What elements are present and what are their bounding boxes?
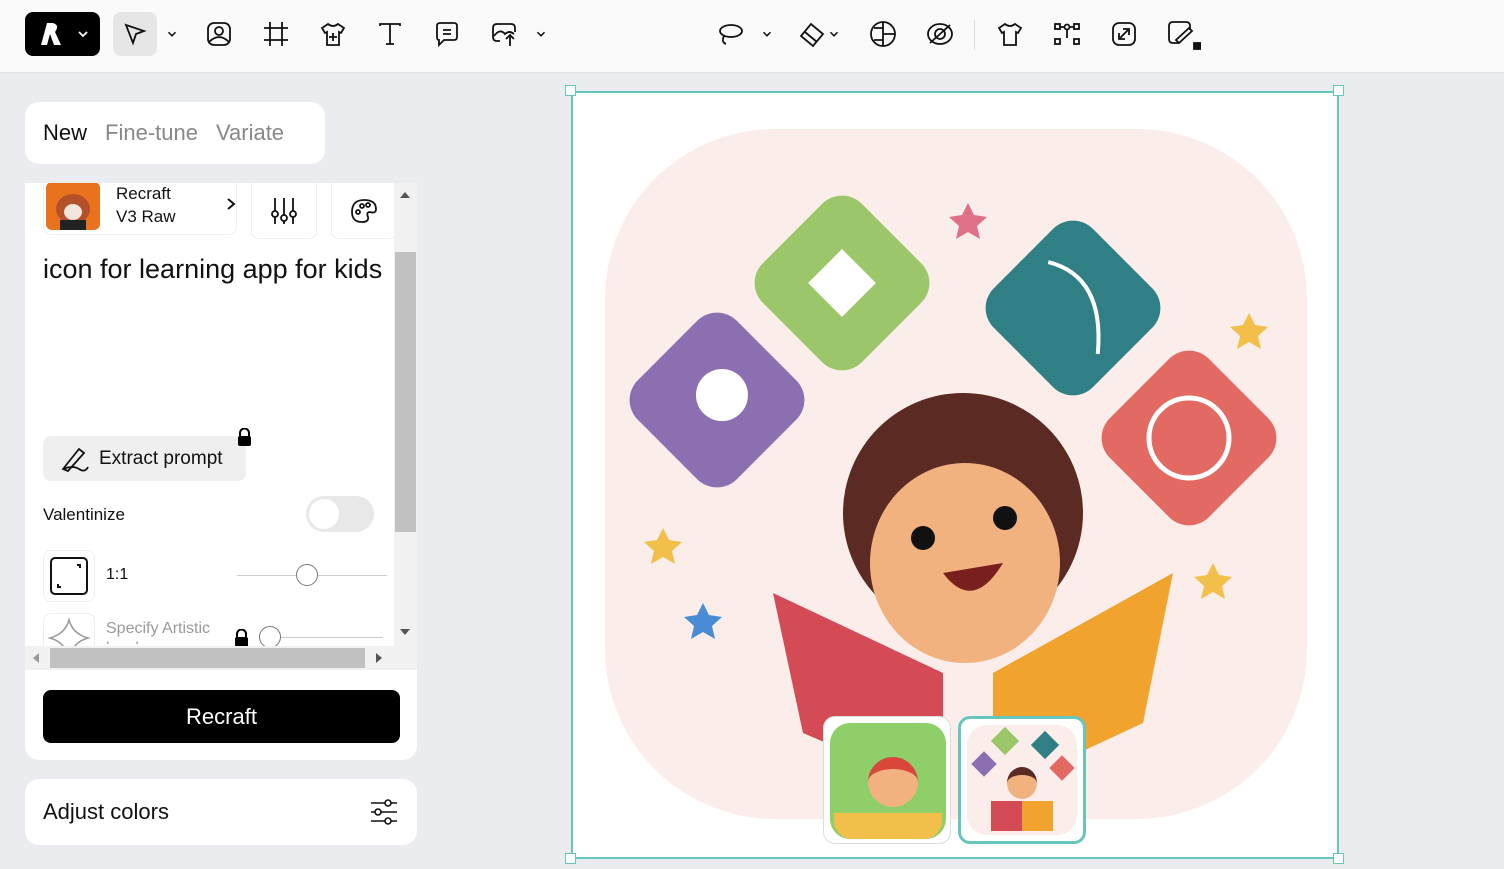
settings-button[interactable] — [251, 183, 317, 239]
image-tool-button[interactable] — [200, 12, 238, 56]
canvas-image-frame[interactable] — [571, 91, 1339, 859]
resize-handle-top-left[interactable] — [565, 85, 576, 96]
model-name-line1: Recraft — [116, 184, 171, 203]
resize-handle-bottom-right[interactable] — [1333, 853, 1344, 864]
upload-image-button[interactable] — [485, 12, 525, 56]
tab-variate[interactable]: Variate — [216, 120, 284, 146]
palette-icon — [351, 199, 377, 223]
resize-handle-bottom-left[interactable] — [565, 853, 576, 864]
mockup-button[interactable] — [990, 12, 1030, 56]
comment-icon — [436, 22, 458, 48]
prompt-input[interactable]: icon for learning app for kids — [43, 253, 383, 286]
vector-nodes-button[interactable] — [1047, 12, 1087, 56]
frame-icon — [264, 22, 288, 46]
generation-panel: Recraft V3 Raw icon for learning app for… — [25, 183, 417, 760]
mode-tabs: New Fine-tune Variate — [25, 102, 325, 164]
generated-image — [605, 129, 1307, 819]
select-tool-button[interactable] — [113, 12, 157, 56]
chevron-down-icon — [536, 31, 546, 37]
adjust-colors-label: Adjust colors — [43, 799, 169, 824]
chevron-down-icon — [762, 31, 772, 37]
valentinize-label: Valentinize — [43, 505, 125, 524]
model-name-line2: V3 Raw — [116, 207, 176, 226]
shirt-plus-icon — [320, 22, 346, 46]
valentinize-toggle[interactable] — [306, 496, 374, 532]
logo-menu-button[interactable] — [25, 12, 100, 56]
shirt-icon — [997, 22, 1023, 46]
top-toolbar — [0, 0, 1504, 73]
lasso-dropdown[interactable] — [755, 12, 779, 56]
lasso-tool-button[interactable] — [710, 12, 750, 56]
pen-signature-icon — [61, 447, 89, 472]
variant-thumbnail-1[interactable] — [823, 716, 951, 844]
frame-tool-button[interactable] — [257, 12, 295, 56]
resize-handle-top-right[interactable] — [1333, 85, 1344, 96]
eraser-icon — [799, 22, 825, 48]
horizontal-scrollbar[interactable] — [25, 646, 417, 670]
magic-edit-lock-icon — [1168, 21, 1201, 50]
style-palette-button[interactable] — [331, 183, 397, 239]
text-icon — [379, 23, 401, 45]
vector-nodes-icon — [1054, 23, 1080, 45]
image-upload-icon — [492, 23, 516, 46]
adjust-sliders-icon — [371, 799, 397, 825]
upscale-button[interactable] — [1104, 12, 1144, 56]
model-selector[interactable]: Recraft V3 Raw — [43, 183, 237, 235]
artistic-level-label: Specify Artistic level — [106, 620, 211, 644]
eraser-tool-button[interactable] — [794, 12, 844, 56]
adjust-colors-section[interactable]: Adjust colors — [25, 779, 417, 845]
edit-locked-button[interactable] — [1161, 12, 1205, 56]
aspect-ratio-button[interactable] — [43, 550, 95, 602]
recraft-generate-button[interactable]: Recraft — [43, 690, 400, 743]
artistic-level-slider[interactable] — [259, 626, 383, 648]
vertical-scrollbar[interactable] — [394, 183, 417, 646]
vectorize-icon — [870, 21, 896, 47]
lock-icon — [235, 629, 248, 647]
chevron-down-icon — [829, 31, 839, 37]
model-avatar — [46, 183, 100, 230]
vectorize-button[interactable] — [863, 12, 903, 56]
variant-thumbnail-2-selected[interactable] — [958, 716, 1086, 844]
aspect-ratio-icon — [50, 557, 88, 595]
toolbar-divider — [974, 20, 975, 50]
mockup-tool-button[interactable] — [314, 12, 352, 56]
recraft-logo-icon — [40, 23, 61, 45]
lock-icon — [238, 428, 251, 446]
lasso-icon — [719, 24, 743, 45]
chevron-down-icon — [167, 31, 177, 37]
aspect-ratio-label: 1:1 — [106, 566, 129, 583]
pointer-icon — [124, 23, 147, 46]
chevron-right-icon — [227, 198, 236, 210]
chevron-down-icon — [77, 31, 88, 38]
upload-dropdown[interactable] — [529, 12, 553, 56]
comment-tool-button[interactable] — [428, 12, 466, 56]
text-tool-button[interactable] — [371, 12, 409, 56]
extract-prompt-label: Extract prompt — [99, 447, 223, 469]
tab-new[interactable]: New — [43, 120, 87, 146]
extract-prompt-button[interactable]: Extract prompt — [43, 436, 246, 481]
aspect-ratio-slider[interactable] — [237, 564, 387, 586]
tab-fine-tune[interactable]: Fine-tune — [105, 120, 198, 146]
sliders-icon — [271, 198, 297, 224]
image-icon — [207, 22, 231, 46]
remove-background-button[interactable] — [920, 12, 960, 56]
select-dropdown[interactable] — [160, 12, 184, 56]
upscale-icon — [1112, 22, 1136, 46]
remove-background-icon — [927, 23, 953, 45]
